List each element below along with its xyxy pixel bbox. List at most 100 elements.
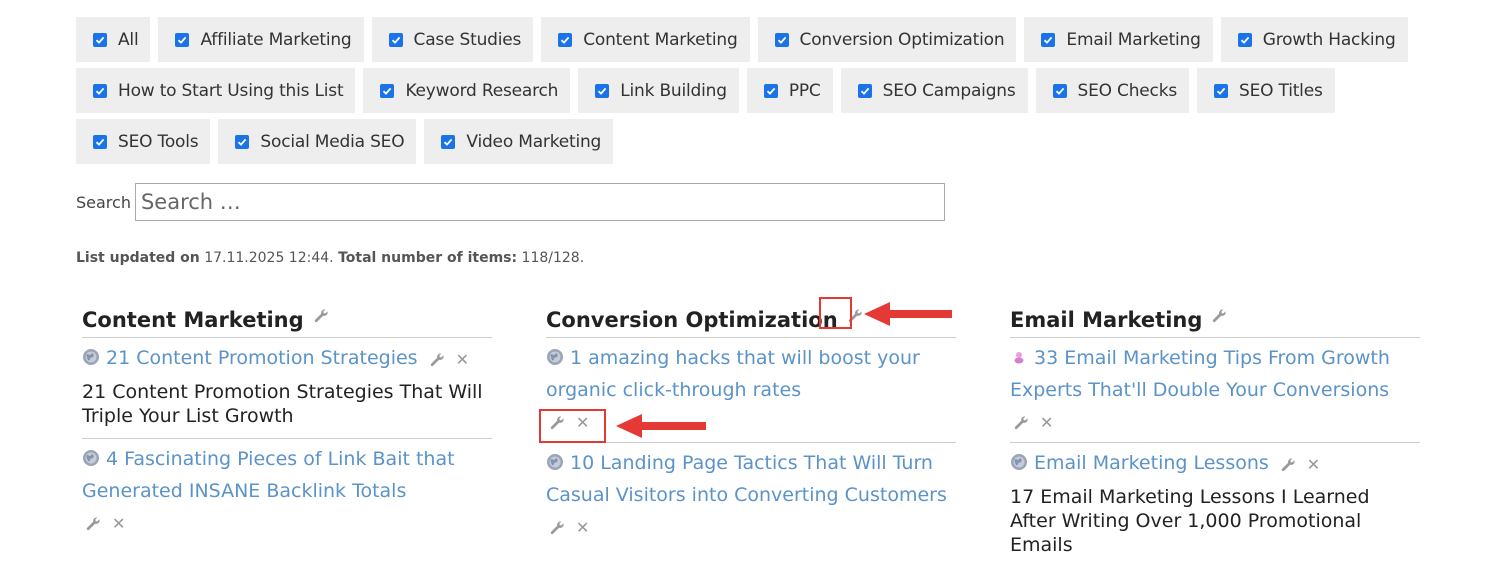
filter-label: Email Marketing — [1066, 29, 1201, 50]
filter-chip-seo-checks[interactable]: SEO Checks — [1035, 68, 1190, 113]
close-icon[interactable]: ✕ — [1307, 456, 1320, 473]
filter-label: Conversion Optimization — [799, 29, 1005, 50]
filter-chip-seo-titles[interactable]: SEO Titles — [1197, 68, 1335, 113]
list-item: 33 Email Marketing Tips From Growth Expe… — [1010, 338, 1420, 443]
filter-label: SEO Titles — [1239, 80, 1323, 101]
filter-label: Growth Hacking — [1262, 29, 1396, 50]
checkbox-checked-icon[interactable] — [441, 134, 456, 149]
globe-icon — [547, 454, 563, 470]
filter-chip-content-marketing[interactable]: Content Marketing — [541, 17, 750, 62]
wrench-icon[interactable] — [1012, 414, 1030, 432]
list-item: Email Marketing Lessons ✕ 17 Email Market… — [1010, 443, 1420, 567]
list-status: List updated on 17.11.2025 12:44. Total … — [76, 250, 584, 266]
filter-chip-conversion-optimization[interactable]: Conversion Optimization — [757, 17, 1017, 62]
item-link[interactable]: 10 Landing Page Tactics That Will Turn C… — [546, 452, 947, 506]
filter-label: Case Studies — [413, 29, 522, 50]
checkbox-checked-icon[interactable] — [774, 32, 789, 47]
close-icon[interactable]: ✕ — [1040, 415, 1053, 431]
filter-label: All — [118, 29, 139, 50]
list-item: 1 amazing hacks that will boost your org… — [546, 338, 956, 443]
checkbox-checked-icon[interactable] — [1041, 32, 1056, 47]
checkbox-checked-icon[interactable] — [388, 32, 403, 47]
item-actions: ✕ — [1012, 414, 1420, 432]
wrench-icon[interactable] — [1210, 307, 1228, 325]
checkbox-checked-icon[interactable] — [763, 83, 778, 98]
updated-prefix: List updated on — [76, 250, 200, 266]
filter-chip-all[interactable]: All — [76, 17, 151, 62]
item-link[interactable]: 21 Content Promotion Strategies — [82, 347, 418, 369]
globe-icon — [547, 349, 563, 365]
item-link-text: 10 Landing Page Tactics That Will Turn C… — [546, 452, 947, 506]
wrench-icon[interactable] — [548, 519, 566, 537]
filter-label: PPC — [788, 80, 821, 101]
wrench-icon[interactable] — [312, 307, 330, 325]
checkbox-checked-icon[interactable] — [93, 134, 107, 149]
filter-chip-social-media-seo[interactable]: Social Media SEO — [218, 119, 417, 164]
filter-chip-ppc[interactable]: PPC — [746, 68, 833, 113]
filter-chip-keyword-research[interactable]: Keyword Research — [363, 68, 571, 113]
filter-chip-link-building[interactable]: Link Building — [578, 68, 739, 113]
search-input[interactable] — [134, 183, 945, 221]
item-link[interactable]: 1 amazing hacks that will boost your org… — [546, 347, 920, 401]
item-link-text: 1 amazing hacks that will boost your org… — [546, 347, 920, 401]
column-title: Content Marketing — [82, 307, 304, 332]
item-link[interactable]: Email Marketing Lessons — [1010, 452, 1269, 474]
globe-icon — [1011, 454, 1027, 470]
wrench-icon[interactable] — [84, 515, 102, 533]
checkbox-checked-icon[interactable] — [1214, 83, 1229, 98]
filter-chip-seo-campaigns[interactable]: SEO Campaigns — [840, 68, 1028, 113]
filter-chip-email-marketing[interactable]: Email Marketing — [1024, 17, 1213, 62]
item-actions: ✕ — [84, 515, 492, 533]
annotation-arrow — [864, 302, 952, 326]
item-actions: ✕ — [428, 351, 469, 369]
filter-chip-case-studies[interactable]: Case Studies — [371, 17, 534, 62]
item-description: 17 Email Marketing Lessons I Learned Aft… — [1010, 486, 1370, 556]
highlight-box-item-actions — [539, 409, 606, 443]
item-link[interactable]: 33 Email Marketing Tips From Growth Expe… — [1010, 347, 1390, 401]
item-actions: ✕ — [548, 519, 956, 537]
total-prefix: Total number of items: — [338, 250, 518, 266]
checkbox-checked-icon[interactable] — [857, 83, 872, 98]
close-icon[interactable]: ✕ — [112, 516, 125, 532]
search-label: Search — [76, 192, 131, 212]
checkbox-checked-icon[interactable] — [175, 32, 190, 47]
checkbox-checked-icon[interactable] — [235, 134, 250, 149]
item-link[interactable]: 4 Fascinating Pieces of Link Bait that G… — [82, 448, 455, 502]
checkbox-checked-icon[interactable] — [380, 83, 395, 98]
item-link-text: 33 Email Marketing Tips From Growth Expe… — [1010, 347, 1390, 401]
wrench-icon[interactable] — [428, 351, 446, 369]
filter-label: SEO Campaigns — [882, 80, 1016, 101]
item-link-text: 4 Fascinating Pieces of Link Bait that G… — [82, 448, 455, 502]
checkbox-checked-icon[interactable] — [558, 32, 573, 47]
filter-chip-seo-tools[interactable]: SEO Tools — [76, 119, 211, 164]
highlight-box-title-wrench — [819, 297, 852, 329]
column-conversion-optimization: Conversion Optimization 1 amazing hacks … — [546, 302, 956, 547]
item-description: 21 Content Promotion Strategies That Wil… — [82, 381, 483, 427]
filter-row: SEO Tools Social Media SEO Video Marketi… — [76, 119, 1406, 164]
filter-label: How to Start Using this List — [118, 80, 344, 101]
filter-label: Content Marketing — [583, 29, 738, 50]
filter-chip-video-marketing[interactable]: Video Marketing — [424, 119, 614, 164]
column-title: Conversion Optimization — [546, 307, 838, 332]
checkbox-checked-icon[interactable] — [1052, 83, 1067, 98]
filter-chip-how-to-start[interactable]: How to Start Using this List — [76, 68, 356, 113]
filter-label: Affiliate Marketing — [200, 29, 352, 50]
filter-chip-affiliate-marketing[interactable]: Affiliate Marketing — [158, 17, 364, 62]
globe-icon — [83, 450, 99, 466]
item-actions: ✕ — [548, 414, 956, 432]
checkbox-checked-icon[interactable] — [93, 32, 107, 47]
column-email-marketing: Email Marketing 33 Email Marketing Tips … — [1010, 302, 1420, 567]
checkbox-checked-icon[interactable] — [595, 83, 610, 98]
item-link-text: Email Marketing Lessons — [1034, 452, 1269, 474]
filter-row: All Affiliate Marketing Case Studies Con… — [76, 17, 1408, 62]
wrench-icon[interactable] — [1279, 456, 1297, 474]
filter-label: Link Building — [620, 80, 727, 101]
column-heading: Content Marketing — [82, 302, 492, 338]
checkbox-checked-icon[interactable] — [1237, 32, 1252, 47]
favicon-icon — [1014, 352, 1024, 364]
globe-icon — [83, 349, 99, 365]
close-icon[interactable]: ✕ — [456, 351, 469, 368]
checkbox-checked-icon[interactable] — [93, 83, 107, 98]
close-icon[interactable]: ✕ — [576, 520, 589, 536]
filter-chip-growth-hacking[interactable]: Growth Hacking — [1220, 17, 1408, 62]
